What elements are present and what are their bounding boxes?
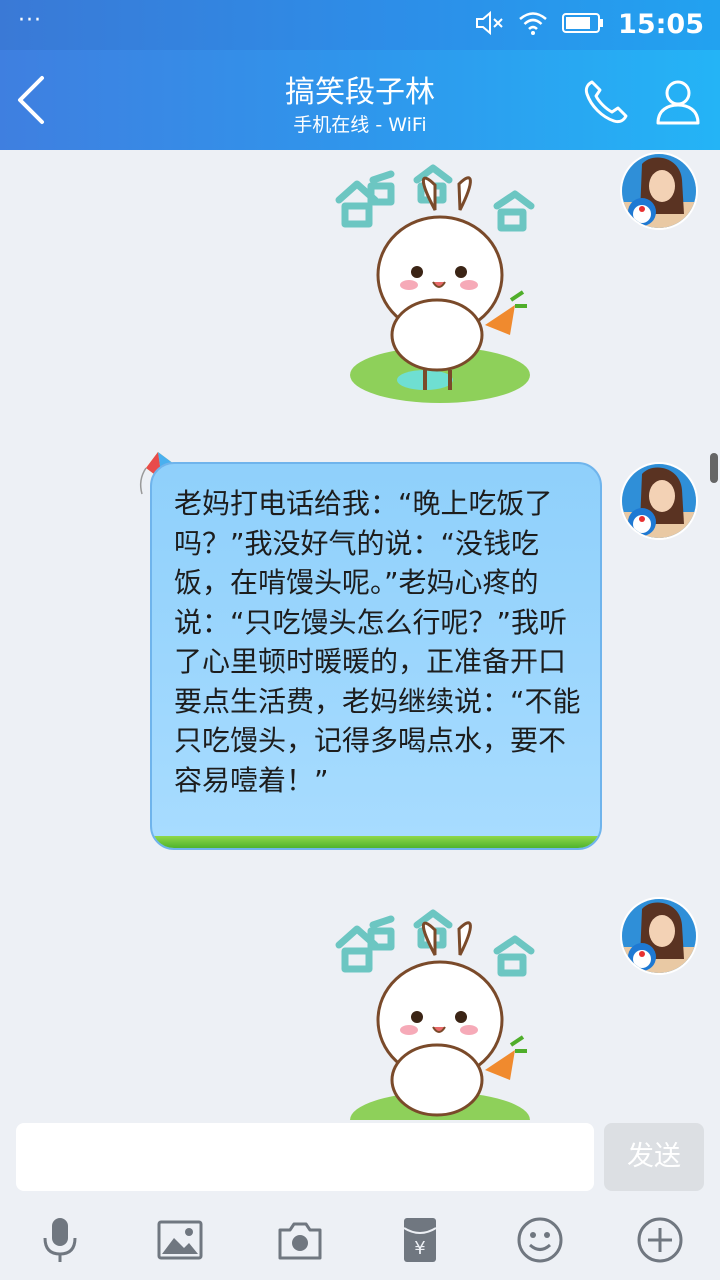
status-bar: ··· 15:05 (0, 0, 720, 50)
chat-header: 搞笑段子林 手机在线 - WiFi (0, 50, 720, 150)
status-more: ··· (18, 8, 42, 33)
plus-icon[interactable] (636, 1216, 684, 1264)
input-area: 发送 ¥ (0, 1120, 720, 1280)
avatar[interactable] (620, 897, 698, 975)
phone-icon[interactable] (580, 76, 632, 128)
status-icons: 15:05 (474, 9, 704, 40)
microphone-icon[interactable] (36, 1216, 84, 1264)
avatar[interactable] (620, 152, 698, 230)
mute-icon (474, 10, 504, 40)
send-button[interactable]: 发送 (604, 1123, 704, 1191)
battery-icon (562, 12, 604, 38)
camera-icon[interactable] (276, 1216, 324, 1264)
message-text: 老妈打电话给我：“晚上吃饭了吗？”我没好气的说：“没钱吃饭，在啃馒头呢。”老妈心… (174, 487, 581, 797)
rabbit-haha-sticker[interactable] (325, 905, 545, 1120)
status-time: 15:05 (618, 9, 704, 40)
chat-area[interactable]: 老妈打电话给我：“晚上吃饭了吗？”我没好气的说：“没钱吃饭，在啃馒头呢。”老妈心… (0, 150, 720, 1120)
avatar[interactable] (620, 462, 698, 540)
emoji-icon[interactable] (516, 1216, 564, 1264)
image-icon[interactable] (156, 1216, 204, 1264)
red-packet-icon[interactable]: ¥ (396, 1216, 444, 1264)
svg-text:¥: ¥ (414, 1238, 425, 1259)
scrollbar[interactable] (710, 453, 718, 483)
bubble-grass-decoration (152, 836, 600, 848)
profile-icon[interactable] (652, 76, 704, 128)
message-bubble[interactable]: 老妈打电话给我：“晚上吃饭了吗？”我没好气的说：“没钱吃饭，在啃馒头呢。”老妈心… (150, 462, 602, 850)
message-input[interactable] (16, 1123, 594, 1191)
rabbit-haha-sticker[interactable] (325, 160, 545, 410)
wifi-icon (518, 10, 548, 40)
